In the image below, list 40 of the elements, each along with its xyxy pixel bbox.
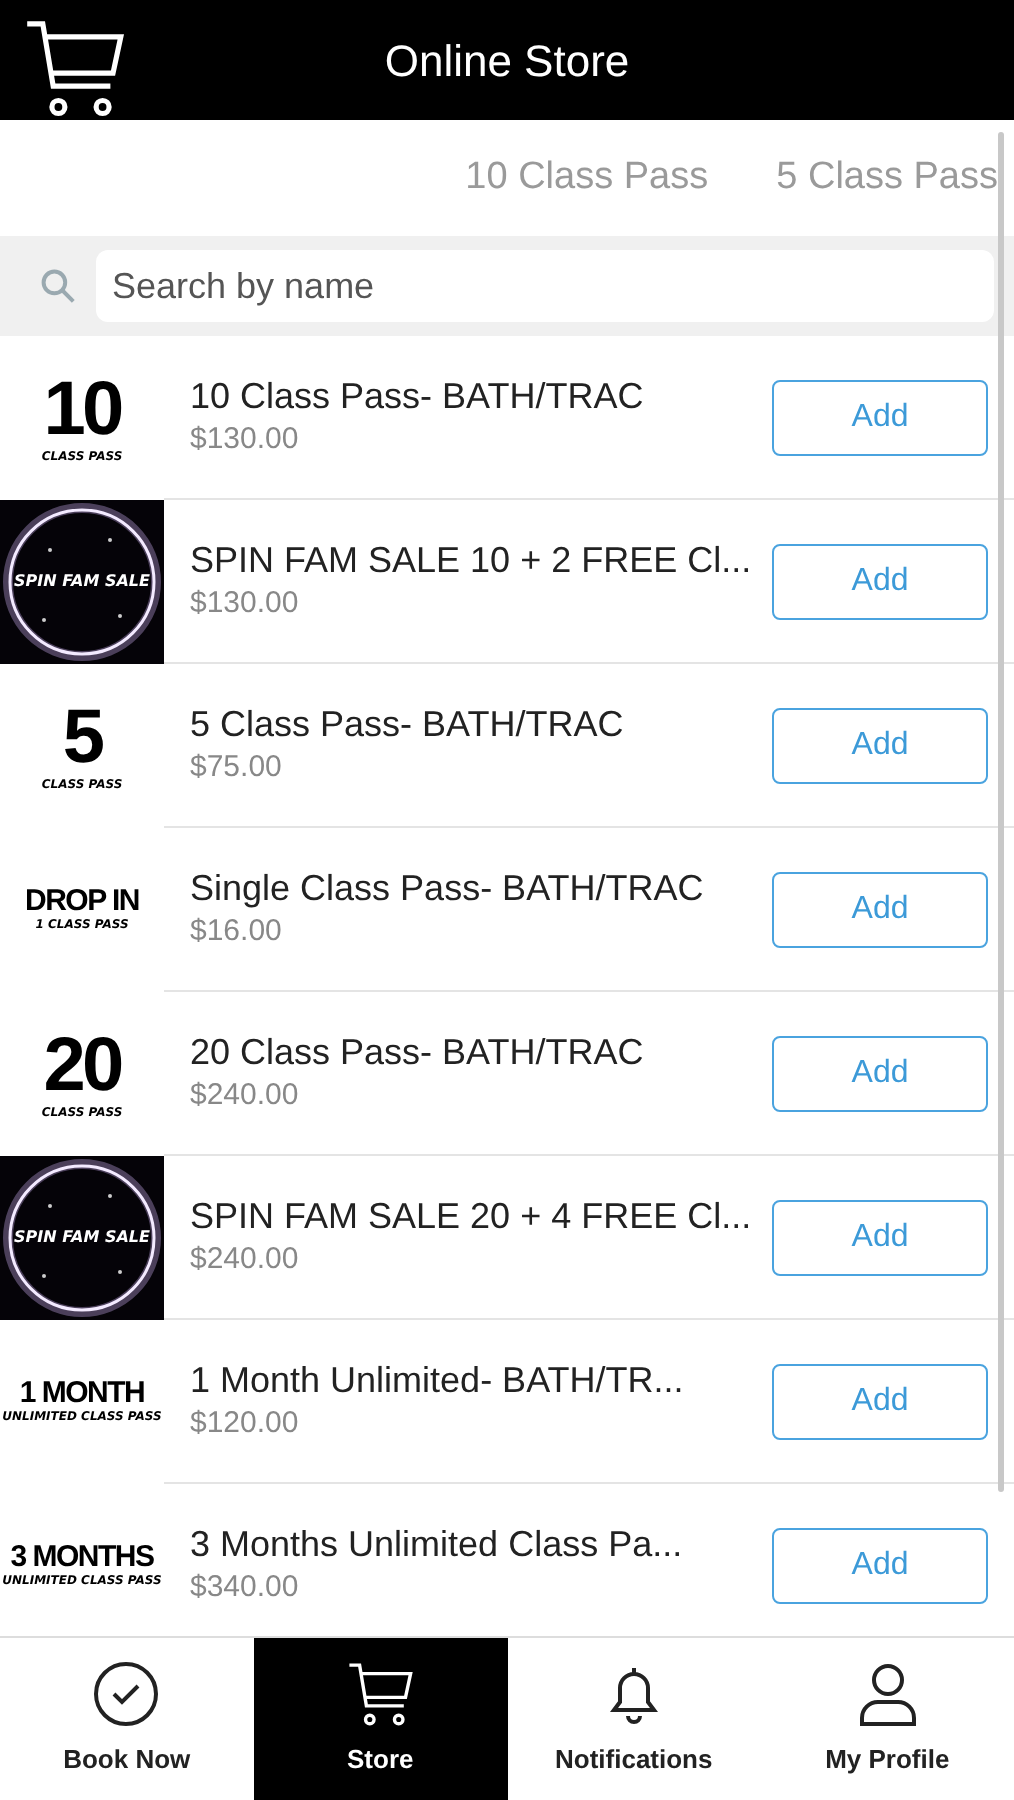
product-name: 5 Class Pass- BATH/TRAC — [190, 701, 626, 747]
product-name: 20 Class Pass- BATH/TRAC — [190, 1029, 646, 1075]
add-button[interactable]: Add — [772, 871, 988, 947]
product-name: Single Class Pass- BATH/TRAC — [190, 865, 706, 911]
header-title: Online Store — [384, 33, 630, 89]
thumbnail-title: 5 — [62, 699, 102, 775]
product-price: $340.00 — [190, 1570, 301, 1609]
product-name: 10 Class Pass- BATH/TRAC — [190, 373, 646, 419]
product-price: $240.00 — [190, 1078, 301, 1117]
product-name: 3 Months Unlimited Class Pa... — [190, 1521, 685, 1567]
search-icon — [40, 268, 76, 304]
add-button[interactable]: Add — [772, 1199, 988, 1275]
thumbnail-title: SPIN FAM SALE — [14, 573, 150, 589]
cart-icon — [346, 1659, 415, 1728]
product-price: $75.00 — [190, 750, 284, 789]
add-button[interactable]: Add — [772, 543, 988, 619]
category-tab[interactable]: 10 Class Pass — [465, 149, 709, 207]
product-price: $130.00 — [190, 586, 301, 625]
add-button[interactable]: Add — [772, 379, 988, 455]
thumbnail-title: DROP IN — [25, 886, 139, 916]
thumbnail-title: 1 MONTH — [19, 1378, 145, 1408]
product-price: $240.00 — [190, 1242, 301, 1281]
product-price: $16.00 — [190, 914, 284, 953]
add-button[interactable]: Add — [772, 1363, 988, 1439]
nav-tab[interactable]: Store — [253, 1638, 507, 1800]
check-circle-icon — [92, 1659, 161, 1728]
product-name: SPIN FAM SALE 10 + 2 FREE Cl... — [190, 537, 754, 583]
product-price: $130.00 — [190, 422, 301, 461]
product-name: SPIN FAM SALE 20 + 4 FREE Cl... — [190, 1193, 754, 1239]
thumbnail-title: SPIN FAM SALE — [14, 1229, 150, 1245]
search-field[interactable]: Search by name — [96, 250, 994, 322]
add-button[interactable]: Add — [772, 1527, 988, 1603]
add-button[interactable]: Add — [772, 707, 988, 783]
category-tab[interactable]: 5 Class Pass — [776, 149, 998, 207]
thumbnail-title: 20 — [43, 1027, 121, 1103]
thumbnail-title: 3 MONTHS — [10, 1542, 154, 1572]
product-name: 1 Month Unlimited- BATH/TR... — [190, 1357, 686, 1403]
product-price: $120.00 — [190, 1406, 301, 1445]
add-button[interactable]: Add — [772, 1035, 988, 1111]
thumbnail-title: 10 — [43, 371, 121, 447]
